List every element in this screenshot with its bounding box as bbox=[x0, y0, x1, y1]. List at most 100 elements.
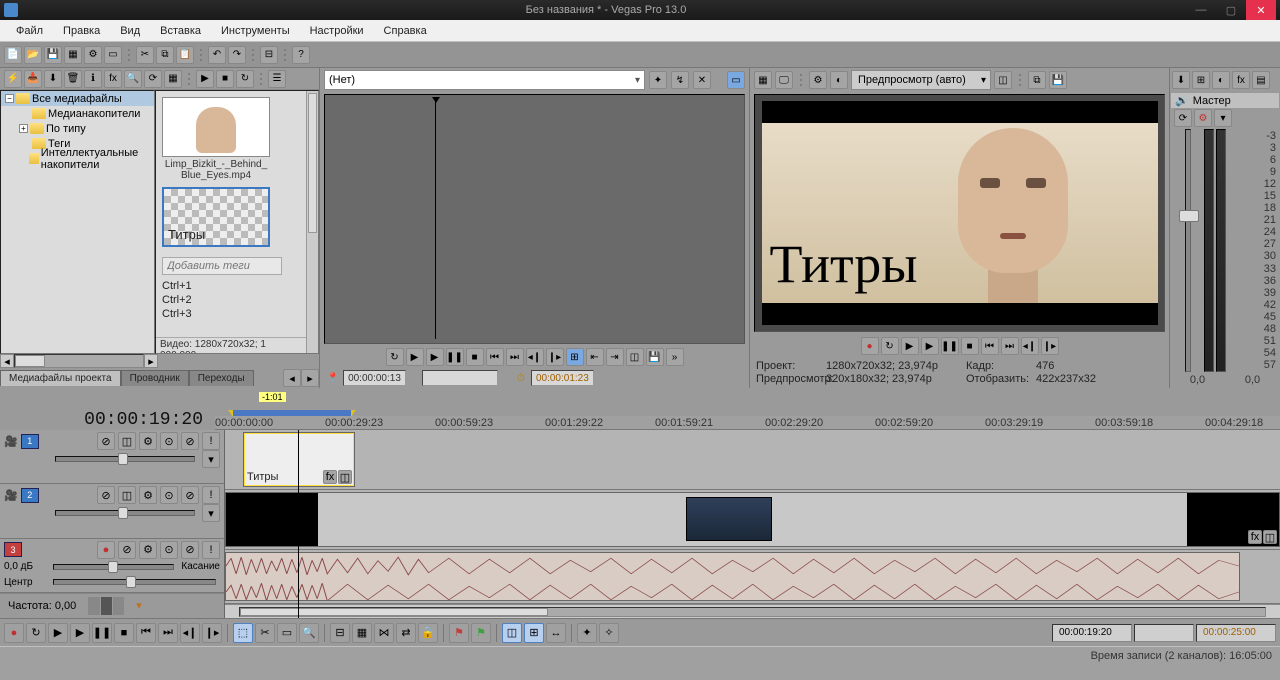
snap-icon[interactable]: ⊟ bbox=[260, 46, 278, 64]
preview-viewer[interactable]: Титры bbox=[754, 94, 1165, 332]
cut-icon[interactable]: ✂ bbox=[136, 46, 154, 64]
trimmer-clear-icon[interactable]: ↯ bbox=[671, 71, 689, 89]
tabs-scroll-left-icon[interactable]: ◂ bbox=[283, 369, 301, 387]
t1-fx-icon[interactable]: ⚙ bbox=[139, 432, 157, 450]
pv-rec-icon[interactable]: ● bbox=[861, 337, 879, 355]
media-tree[interactable]: −Все медиафайлы Медианакопители +По типу… bbox=[0, 90, 155, 354]
toolbar-btn-6[interactable]: ▭ bbox=[104, 46, 122, 64]
close-button[interactable]: ✕ bbox=[1246, 0, 1276, 20]
trimmer-monitor-icon[interactable]: ▭ bbox=[727, 71, 745, 89]
menu-options[interactable]: Настройки bbox=[300, 22, 374, 40]
pv-play-icon[interactable]: ▶ bbox=[921, 337, 939, 355]
bb-env-tool-icon[interactable]: ✂ bbox=[255, 623, 275, 643]
bb-playstart-icon[interactable]: ▶ bbox=[48, 623, 68, 643]
t-subclip-icon[interactable]: ◫ bbox=[626, 348, 644, 366]
m-cog-icon[interactable]: ⚙ bbox=[1194, 109, 1212, 127]
t-playstart-icon[interactable]: ▶ bbox=[406, 348, 424, 366]
clip2-fx-icon[interactable]: fx bbox=[1248, 530, 1262, 544]
m-out-icon[interactable]: ▤ bbox=[1252, 71, 1270, 89]
t1-level-slider[interactable] bbox=[55, 456, 195, 462]
t-more-icon[interactable]: » bbox=[666, 348, 684, 366]
m-auto-icon[interactable]: ⟳ bbox=[1174, 109, 1192, 127]
trimmer-playhead[interactable] bbox=[435, 99, 436, 339]
bb-b-icon[interactable]: ✧ bbox=[599, 623, 619, 643]
tree-all-media[interactable]: −Все медиафайлы bbox=[1, 91, 154, 106]
media-views-icon[interactable]: ▦ bbox=[164, 70, 182, 88]
t2-fx-icon[interactable]: ⚙ bbox=[139, 486, 157, 504]
add-tags-input[interactable] bbox=[162, 257, 282, 275]
pv-save-icon[interactable]: 💾 bbox=[1049, 71, 1067, 89]
bb-pause-icon[interactable]: ❚❚ bbox=[92, 623, 112, 643]
bb-a-icon[interactable]: ✦ bbox=[577, 623, 597, 643]
media-stop-icon[interactable]: ■ bbox=[216, 70, 234, 88]
clip-video[interactable]: fx ◫ bbox=[225, 492, 1280, 547]
tree-bins[interactable]: Медианакопители bbox=[1, 106, 154, 121]
media-play-icon[interactable]: ▶ bbox=[196, 70, 214, 88]
tab-project-media[interactable]: Медиафайлы проекта bbox=[0, 370, 121, 386]
bb-prevf-icon[interactable]: ◂❙ bbox=[180, 623, 200, 643]
shuttle-control[interactable] bbox=[88, 597, 124, 615]
menu-help[interactable]: Справка bbox=[374, 22, 437, 40]
shortcut-3[interactable]: Ctrl+3 bbox=[162, 307, 312, 321]
bb-zoom-tool-icon[interactable]: 🔍 bbox=[299, 623, 319, 643]
track-lane-3[interactable] bbox=[225, 550, 1280, 604]
t-pause-icon[interactable]: ❚❚ bbox=[446, 348, 464, 366]
help-icon[interactable]: ? bbox=[292, 46, 310, 64]
media-search-icon[interactable]: 🔍 bbox=[124, 70, 142, 88]
media-thumbnails[interactable]: Limp_Bizkit_-_Behind_Blue_Eyes.mp4 Титры… bbox=[155, 90, 319, 354]
tree-scrollbar[interactable]: ◂▸ bbox=[0, 354, 160, 368]
bb-shuffle-icon[interactable]: ↔ bbox=[546, 623, 566, 643]
shortcut-1[interactable]: Ctrl+1 bbox=[162, 279, 312, 293]
media-scrollbar[interactable] bbox=[306, 91, 318, 353]
trimmer-viewer[interactable] bbox=[324, 94, 745, 344]
bb-snap-icon[interactable]: ⊟ bbox=[330, 623, 350, 643]
bb-region-icon[interactable]: ⚑ bbox=[471, 623, 491, 643]
bb-stop-icon[interactable]: ■ bbox=[114, 623, 134, 643]
t2-auto-icon[interactable]: ⊙ bbox=[160, 486, 178, 504]
pv-split-icon[interactable]: ◐ bbox=[830, 71, 848, 89]
pv-fx-icon[interactable]: ⚙ bbox=[809, 71, 827, 89]
paste-icon[interactable]: 📋 bbox=[176, 46, 194, 64]
clip-fx-icon[interactable]: fx bbox=[323, 470, 337, 484]
pv-project-icon[interactable]: ▦ bbox=[754, 71, 772, 89]
bb-sel-tool-icon[interactable]: ▭ bbox=[277, 623, 297, 643]
bb-group-icon[interactable]: ⊞ bbox=[524, 623, 544, 643]
bb-lock-icon[interactable]: 🔒 bbox=[418, 623, 438, 643]
t-start-icon[interactable]: ⏮ bbox=[486, 348, 504, 366]
media-autoplay-icon[interactable]: ↻ bbox=[236, 70, 254, 88]
new-icon[interactable]: 📄 bbox=[4, 46, 22, 64]
preview-quality-combo[interactable]: Предпросмотр (авто) bbox=[851, 70, 991, 90]
clip2-pan-icon[interactable]: ◫ bbox=[1263, 530, 1277, 544]
t1-solo-icon[interactable]: ! bbox=[202, 432, 220, 450]
menu-edit[interactable]: Правка bbox=[53, 22, 110, 40]
tabs-scroll-right-icon[interactable]: ▸ bbox=[301, 369, 319, 387]
pv-end-icon[interactable]: ⏭ bbox=[1001, 337, 1019, 355]
m-fx-icon[interactable]: fx bbox=[1232, 71, 1250, 89]
m-down-icon[interactable]: ⬇ bbox=[1172, 71, 1190, 89]
menu-insert[interactable]: Вставка bbox=[150, 22, 211, 40]
bb-play-icon[interactable]: ▶ bbox=[70, 623, 90, 643]
minimize-button[interactable]: — bbox=[1186, 0, 1216, 20]
menu-file[interactable]: Файл bbox=[6, 22, 53, 40]
track-lane-2[interactable]: fx ◫ bbox=[225, 490, 1280, 550]
t-prevframe-icon[interactable]: ◂❙ bbox=[526, 348, 544, 366]
t-save-icon[interactable]: 💾 bbox=[646, 348, 664, 366]
media-refresh-icon[interactable]: ⟳ bbox=[144, 70, 162, 88]
bb-start-icon[interactable]: ⏮ bbox=[136, 623, 156, 643]
t3-arm-icon[interactable]: ● bbox=[97, 541, 115, 559]
pv-ext-icon[interactable]: 🖵 bbox=[775, 71, 793, 89]
pv-copy-icon[interactable]: ⧉ bbox=[1028, 71, 1046, 89]
timeline-marker[interactable]: -1:01 bbox=[258, 391, 287, 403]
pv-loop-icon[interactable]: ↻ bbox=[881, 337, 899, 355]
maximize-button[interactable]: ▢ bbox=[1216, 0, 1246, 20]
timeline-cursor[interactable] bbox=[298, 430, 299, 618]
undo-icon[interactable]: ↶ bbox=[208, 46, 226, 64]
timeline-ruler[interactable]: 00:00:00:00 00:00:29:23 00:00:59:23 00:0… bbox=[215, 416, 1280, 430]
t3-invert-icon[interactable]: ⊘ bbox=[118, 541, 136, 559]
t1-mute-icon[interactable]: ⊘ bbox=[181, 432, 199, 450]
t3-pan-slider[interactable] bbox=[53, 579, 216, 585]
tab-explorer[interactable]: Проводник bbox=[121, 370, 189, 386]
bb-autoxfade-icon[interactable]: ⋈ bbox=[374, 623, 394, 643]
clip-audio[interactable] bbox=[225, 552, 1240, 601]
t-loop-icon[interactable]: ↻ bbox=[386, 348, 404, 366]
